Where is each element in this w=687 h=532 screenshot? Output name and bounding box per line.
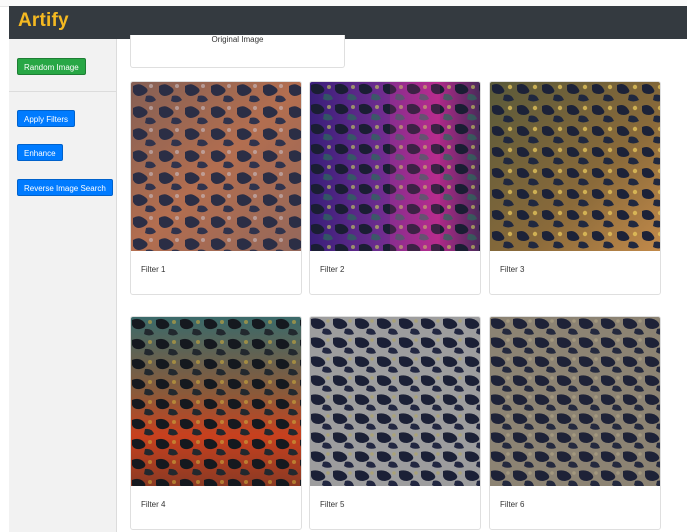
original-image-label: Original Image bbox=[211, 35, 264, 44]
apply-filters-button[interactable]: Apply Filters bbox=[17, 110, 76, 127]
sidebar-divider bbox=[9, 91, 116, 92]
filter-1-label: Filter 1 bbox=[141, 265, 166, 274]
filter-2-label: Filter 2 bbox=[320, 265, 345, 274]
filter-3-image bbox=[490, 82, 660, 251]
filter-card-6[interactable]: Filter 6 bbox=[489, 316, 661, 530]
sidebar: Random Image Apply Filters Enhance Rever… bbox=[9, 39, 117, 532]
filter-6-label: Filter 6 bbox=[500, 500, 525, 509]
filter-3-label: Filter 3 bbox=[500, 265, 525, 274]
reverse-image-search-button[interactable]: Reverse Image Search bbox=[17, 179, 113, 196]
filter-6-image bbox=[490, 317, 660, 486]
random-image-button[interactable]: Random Image bbox=[17, 58, 86, 75]
filter-4-label: Filter 4 bbox=[141, 500, 166, 509]
navbar: Artify bbox=[9, 6, 687, 39]
filter-5-label: Filter 5 bbox=[320, 500, 345, 509]
filter-card-5[interactable]: Filter 5 bbox=[309, 316, 481, 530]
filter-card-2[interactable]: Filter 2 bbox=[309, 81, 481, 295]
filter-2-image bbox=[310, 82, 480, 251]
filter-1-image bbox=[131, 82, 301, 251]
original-image-card: Original Image bbox=[130, 35, 345, 68]
brand-title[interactable]: Artify bbox=[18, 10, 69, 32]
enhance-button[interactable]: Enhance bbox=[17, 144, 63, 161]
filter-card-1[interactable]: Filter 1 bbox=[130, 81, 302, 295]
filter-4-image bbox=[131, 317, 301, 486]
main-content: Original Image Filter 1 Filter 2 Filter … bbox=[117, 35, 687, 532]
filter-card-3[interactable]: Filter 3 bbox=[489, 81, 661, 295]
filter-5-image bbox=[310, 317, 480, 486]
filter-card-4[interactable]: Filter 4 bbox=[130, 316, 302, 530]
